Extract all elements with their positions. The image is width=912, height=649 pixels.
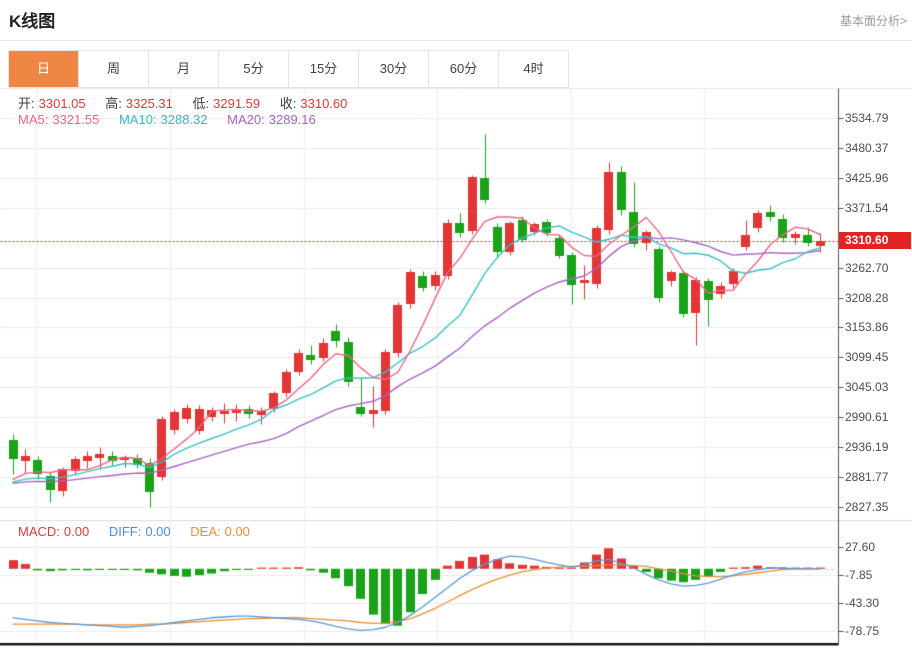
page-title: K线图 [9,7,55,32]
tab-日[interactable]: 日 [9,51,79,87]
header-divider [0,40,912,41]
open-value: 3301.05 [39,96,86,111]
ma5-value: 3321.55 [52,112,99,127]
ma20-value: 3289.16 [269,112,316,127]
ma10-label: MA10: [119,112,157,127]
low-label: 低: [193,96,210,111]
macd-value: 0.00 [64,524,89,539]
low-value: 3291.59 [213,96,260,111]
price-axis-label: 2827.35 [845,500,888,514]
macd-axis-label: -78.75 [845,624,879,638]
fundamental-analysis-link[interactable]: 基本面分析> [840,12,907,29]
tab-15分[interactable]: 15分 [289,51,359,87]
price-axis-label: 2990.61 [845,410,888,424]
tab-60分[interactable]: 60分 [429,51,499,87]
price-axis-label: 2936.19 [845,440,888,454]
diff-label: DIFF: [109,524,142,539]
price-axis-label: 3208.28 [845,291,888,305]
tab-周[interactable]: 周 [79,51,149,87]
price-axis-label: 2881.77 [845,470,888,484]
macd-label: MACD: [18,524,60,539]
period-tab-bar: 日周月5分15分30分60分4时 [8,50,569,88]
ma5-label: MA5: [18,112,48,127]
dea-label: DEA: [190,524,220,539]
dea-value: 0.00 [225,524,250,539]
macd-axis-label: -7.85 [845,568,872,582]
price-axis-label: 3371.54 [845,201,888,215]
price-axis-label: 3480.37 [845,141,888,155]
ma20-label: MA20: [227,112,265,127]
ohlc-row: 开: 3301.05 高: 3325.31 低:3291.59 收:3310.60 [18,93,351,112]
price-axis-label: 3262.70 [845,261,888,275]
tab-4时[interactable]: 4时 [499,51,568,87]
price-axis-label: 3153.86 [845,320,888,334]
price-axis-label: 3425.96 [845,171,888,185]
close-value: 3310.60 [300,96,347,111]
open-label: 开: [18,96,35,111]
high-label: 高: [105,96,122,111]
tab-月[interactable]: 月 [149,51,219,87]
macd-axis-label: 27.60 [845,540,875,554]
ma10-value: 3288.32 [161,112,208,127]
close-label: 收: [280,96,297,111]
macd-axis-label: -43.30 [845,596,879,610]
tab-5分[interactable]: 5分 [219,51,289,87]
high-value: 3325.31 [126,96,173,111]
price-axis-label: 3099.45 [845,350,888,364]
diff-value: 0.00 [145,524,170,539]
price-axis-label: 3045.03 [845,380,888,394]
ma-row: MA5: 3321.55 MA10: 3288.32 MA20: 3289.16 [18,112,320,127]
macd-row: MACD:0.00 DIFF:0.00 DEA:0.00 [18,524,254,539]
current-price-badge: 3310.60 [839,232,911,249]
tab-30分[interactable]: 30分 [359,51,429,87]
price-axis-label: 3534.79 [845,111,888,125]
